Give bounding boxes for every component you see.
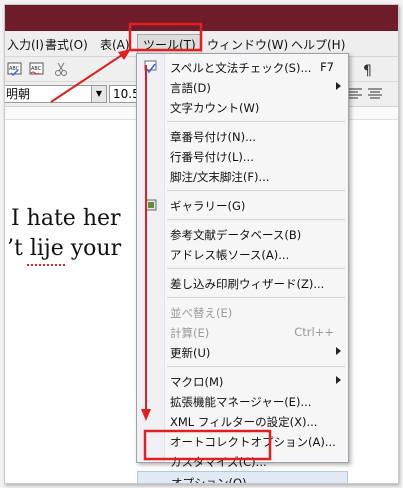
options-highlight-box [143,429,272,461]
app-window: 入力(I) 書式(O) 表(A) ツール(T) ウィンドウ(W) ヘルプ(H) … [4,4,399,484]
tools-menu-highlight-box [128,22,203,52]
arrowhead-icon [118,49,131,60]
annotation-overlay [50,22,272,461]
arrowhead-icon [141,409,151,421]
annotation-arrow [50,52,126,103]
